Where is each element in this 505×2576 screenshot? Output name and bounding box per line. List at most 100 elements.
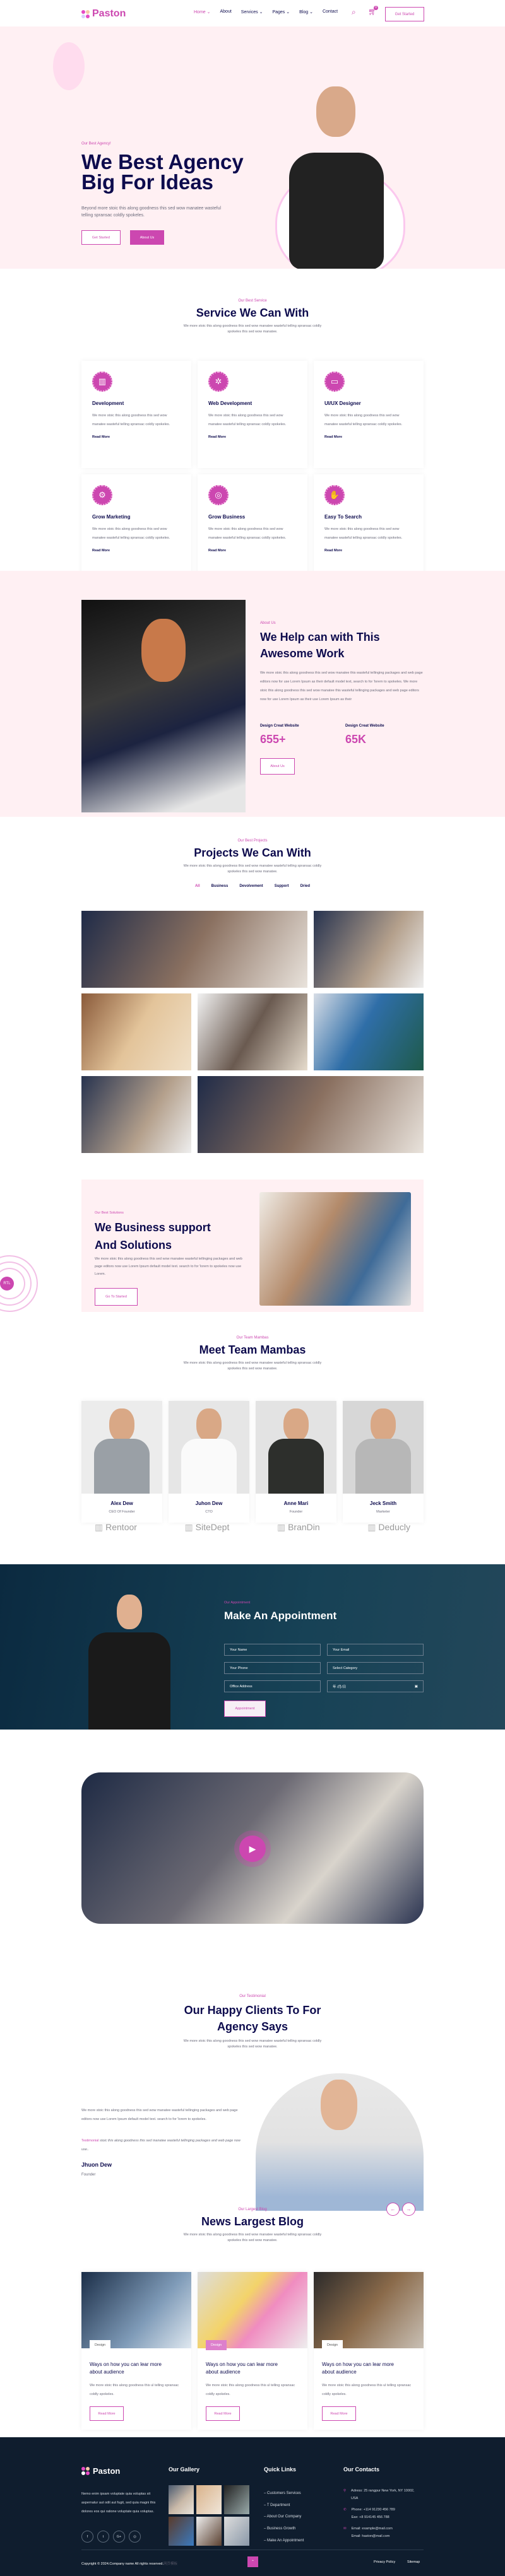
gallery-image[interactable] bbox=[224, 2517, 249, 2546]
blog-image[interactable] bbox=[81, 2272, 191, 2348]
read-more-button[interactable]: Read More bbox=[206, 2406, 240, 2421]
nav-blog[interactable]: Blog ⌄ bbox=[299, 9, 313, 15]
search-icon[interactable]: ⌕ bbox=[352, 8, 356, 17]
quick-link[interactable]: – T Department bbox=[264, 2500, 304, 2512]
blog-post-title[interactable]: Ways on how you can lear more about audi… bbox=[81, 2361, 176, 2376]
hero-get-started-button[interactable]: Get Started bbox=[81, 230, 121, 245]
email-link[interactable]: Email: example@mail.com bbox=[352, 2527, 393, 2531]
category-select[interactable]: Select Category bbox=[327, 1662, 424, 1674]
testimonial-name: Jhuon Dew bbox=[81, 2162, 112, 2168]
blog-tag[interactable]: Design bbox=[206, 2340, 227, 2350]
get-started-button[interactable]: Get Started bbox=[385, 7, 424, 21]
read-more-link[interactable]: Read More bbox=[324, 549, 413, 553]
gallery-image[interactable] bbox=[169, 2485, 194, 2514]
person-head bbox=[141, 619, 186, 682]
nav-pages[interactable]: Pages ⌄ bbox=[272, 9, 290, 15]
scroll-top-button[interactable]: ⌃ bbox=[247, 2556, 258, 2567]
copyright-extra[interactable]: 网页模板 bbox=[163, 2562, 177, 2566]
service-text: We more stoic this along goodness this s… bbox=[324, 527, 403, 540]
read-more-link[interactable]: Read More bbox=[324, 435, 413, 439]
name-input[interactable]: Your Name bbox=[224, 1644, 321, 1656]
project-image[interactable] bbox=[198, 1076, 424, 1153]
quick-link[interactable]: – Customers Services bbox=[264, 2488, 304, 2500]
team-card[interactable]: Alex Dew CEO Of Founder bbox=[81, 1401, 162, 1523]
email-link[interactable]: Email: haston@mail.com bbox=[352, 2534, 390, 2538]
logo[interactable]: Paston bbox=[81, 8, 126, 20]
project-image[interactable] bbox=[314, 911, 424, 988]
project-image[interactable] bbox=[198, 993, 307, 1070]
instagram-icon[interactable]: ◎ bbox=[129, 2531, 141, 2543]
read-more-link[interactable]: Read More bbox=[92, 549, 181, 553]
filter-tab[interactable]: Devolvement bbox=[239, 884, 263, 888]
read-more-link[interactable]: Read More bbox=[208, 549, 297, 553]
nav-home[interactable]: Home ⌄ bbox=[194, 9, 210, 15]
phone-input[interactable]: Your Phone bbox=[224, 1662, 321, 1674]
service-text: We more stoic this along goodness this s… bbox=[92, 414, 170, 426]
read-more-button[interactable]: Read More bbox=[90, 2406, 124, 2421]
facebook-icon[interactable]: f bbox=[81, 2531, 93, 2543]
quick-link[interactable]: – Business Growth bbox=[264, 2523, 304, 2535]
appointment-button[interactable]: Appointment bbox=[224, 1701, 266, 1717]
quick-link[interactable]: – Make An Appointment bbox=[264, 2535, 304, 2547]
read-more-button[interactable]: Read More bbox=[322, 2406, 356, 2421]
nav-contact[interactable]: Contact bbox=[323, 9, 338, 15]
team-section: Our Team Mambas Meet Team Mambas We more… bbox=[0, 1336, 505, 1544]
blog-tag[interactable]: Design bbox=[322, 2340, 343, 2350]
blog-image[interactable] bbox=[314, 2272, 424, 2348]
address-input[interactable]: Office Address bbox=[224, 1680, 321, 1692]
hero-about-button[interactable]: About Us bbox=[130, 230, 164, 245]
appointment-form: Your Name Your Email Your Phone Select C… bbox=[224, 1644, 424, 1692]
project-image[interactable] bbox=[81, 1076, 191, 1153]
filter-tab[interactable]: All bbox=[195, 884, 200, 888]
appointment-title: Make An Appointment bbox=[224, 1610, 337, 1622]
brand-name: BranDin bbox=[288, 1522, 320, 1532]
gallery-image[interactable] bbox=[169, 2517, 194, 2546]
projects-desc: We more stoic this along goodness this s… bbox=[183, 864, 322, 874]
brand-name: SiteDept bbox=[195, 1522, 230, 1532]
footer-logo: Paston bbox=[81, 2466, 120, 2476]
date-input[interactable]: 年 /月/日 ▣ bbox=[327, 1680, 424, 1692]
filter-tab[interactable]: Support bbox=[275, 884, 289, 888]
twitter-icon[interactable]: t bbox=[97, 2531, 109, 2543]
calendar-icon[interactable]: ▣ bbox=[415, 1685, 418, 1689]
quick-link[interactable]: – About Our Company bbox=[264, 2511, 304, 2523]
blog-post-title[interactable]: Ways on how you can lear more about audi… bbox=[198, 2361, 292, 2376]
privacy-policy-link[interactable]: Privacy Policy bbox=[374, 2560, 395, 2564]
sitemap-link[interactable]: Sitemap bbox=[407, 2560, 420, 2564]
google-plus-icon[interactable]: G+ bbox=[113, 2531, 125, 2543]
filter-tab[interactable]: Dried bbox=[300, 884, 310, 888]
gallery-image[interactable] bbox=[196, 2517, 222, 2546]
contact-address: ⚲ Adress: 25 rangpur New York, NY 10002, … bbox=[343, 2488, 419, 2502]
person-head bbox=[117, 1595, 142, 1629]
team-photo bbox=[169, 1401, 249, 1494]
project-image[interactable] bbox=[81, 911, 307, 988]
team-card[interactable]: Anne Mari Founder bbox=[256, 1401, 336, 1523]
gallery-image[interactable] bbox=[196, 2485, 222, 2514]
blog-tag[interactable]: Design bbox=[90, 2340, 111, 2350]
blog-grid: Design Ways on how you can lear more abo… bbox=[81, 2272, 424, 2430]
rtl-button[interactable]: RTL bbox=[0, 1277, 14, 1291]
nav-about[interactable]: About bbox=[220, 9, 231, 15]
play-button[interactable]: ▶ bbox=[239, 1835, 266, 1862]
blog-post-title[interactable]: Ways on how you can lear more about audi… bbox=[314, 2361, 408, 2376]
read-more-link[interactable]: Read More bbox=[208, 435, 297, 439]
gear-icon: ⚙ bbox=[92, 485, 112, 505]
stat-label: Design Creat Website bbox=[345, 724, 384, 728]
go-to-started-button[interactable]: Go To Started bbox=[95, 1288, 138, 1306]
about-us-button[interactable]: About Us bbox=[260, 758, 295, 775]
location-icon: ⚲ bbox=[343, 2489, 347, 2493]
member-role: CTO bbox=[205, 1510, 213, 1514]
project-image[interactable] bbox=[81, 993, 191, 1070]
project-image[interactable] bbox=[314, 993, 424, 1070]
team-card[interactable]: Jeck Smith Marketer bbox=[343, 1401, 424, 1523]
team-card[interactable]: Juhon Dew CTO bbox=[169, 1401, 249, 1523]
nav-services[interactable]: Services ⌄ bbox=[241, 9, 263, 15]
video-thumbnail[interactable]: ▶ bbox=[81, 1772, 424, 1924]
filter-tab[interactable]: Business bbox=[211, 884, 229, 888]
blog-image[interactable] bbox=[198, 2272, 307, 2348]
solutions-text: We more stoic this along goodness this s… bbox=[95, 1257, 242, 1276]
gallery-image[interactable] bbox=[224, 2485, 249, 2514]
hero-text: Beyond more stoic this along goodness th… bbox=[81, 206, 222, 218]
email-input[interactable]: Your Email bbox=[327, 1644, 424, 1656]
read-more-link[interactable]: Read More bbox=[92, 435, 181, 439]
